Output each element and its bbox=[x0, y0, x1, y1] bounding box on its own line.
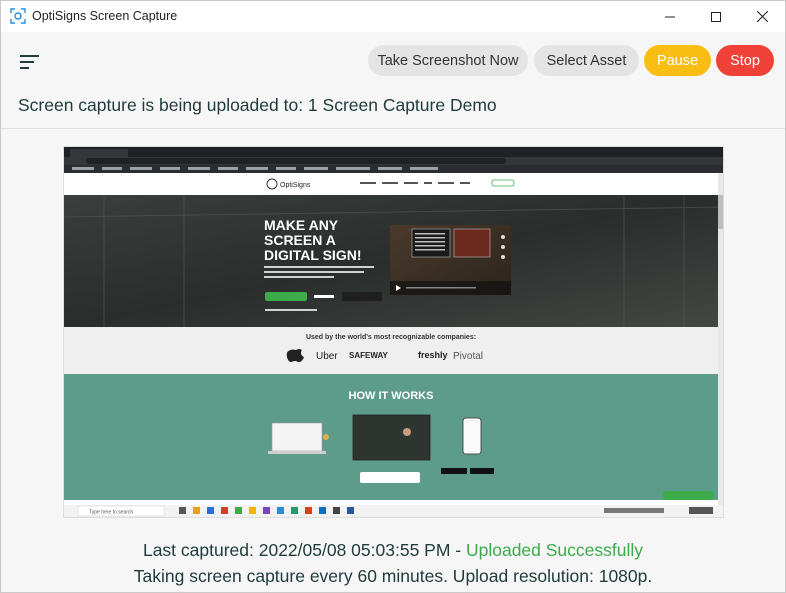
screenshot-thumbnail: OptiSigns MAKE ANY SCREEN A DIGITAL SIGN… bbox=[64, 147, 723, 517]
window-title: OptiSigns Screen Capture bbox=[32, 9, 178, 23]
schedule-text: Taking screen capture every 60 minutes. … bbox=[133, 566, 653, 586]
app-window: OptiSigns Screen Capture Take Screenshot… bbox=[0, 0, 786, 593]
stop-button[interactable]: Stop bbox=[716, 45, 774, 76]
preview-brand: OptiSigns bbox=[280, 182, 311, 189]
maximize-button[interactable] bbox=[693, 1, 739, 32]
last-captured-text: Last captured: 2022/05/08 05:03:55 PM - bbox=[142, 540, 466, 560]
taskbar-search-text: Type here to search bbox=[89, 510, 133, 516]
hero-title-line-1: MAKE ANY bbox=[264, 217, 339, 233]
hero-title-line-3: DIGITAL SIGN! bbox=[264, 247, 361, 263]
close-button[interactable] bbox=[739, 1, 785, 32]
screenshot-preview: OptiSigns MAKE ANY SCREEN A DIGITAL SIGN… bbox=[64, 147, 723, 517]
camera-capture-icon bbox=[10, 8, 26, 24]
how-it-works-title: HOW IT WORKS bbox=[349, 390, 434, 402]
pause-button[interactable]: Pause bbox=[644, 45, 711, 76]
upload-destination-text: Screen capture is being uploaded to: 1 S… bbox=[18, 95, 497, 115]
logo-uber: Uber bbox=[316, 351, 338, 362]
title-bar: OptiSigns Screen Capture bbox=[1, 1, 785, 32]
minimize-button[interactable] bbox=[647, 1, 693, 32]
toolbar: Take Screenshot Now Select Asset Pause S… bbox=[1, 32, 785, 128]
maximize-icon bbox=[711, 11, 721, 22]
logo-safeway: SAFEWAY bbox=[349, 351, 388, 360]
minimize-icon bbox=[665, 16, 675, 17]
upload-status-text: Uploaded Successfully bbox=[465, 540, 644, 560]
logo-pivotal: Pivotal bbox=[453, 351, 483, 362]
take-screenshot-button[interactable]: Take Screenshot Now bbox=[368, 45, 528, 76]
hero-title-line-2: SCREEN A bbox=[264, 232, 336, 248]
select-asset-button[interactable]: Select Asset bbox=[534, 45, 639, 76]
used-by-text: Used by the world's most recognizable co… bbox=[306, 334, 476, 341]
last-captured-line: Last captured: 2022/05/08 05:03:55 PM - … bbox=[1, 540, 785, 561]
close-icon bbox=[756, 11, 768, 22]
divider bbox=[1, 128, 785, 129]
hamburger-menu-icon[interactable] bbox=[19, 54, 41, 70]
logo-freshly: freshly bbox=[418, 350, 448, 360]
